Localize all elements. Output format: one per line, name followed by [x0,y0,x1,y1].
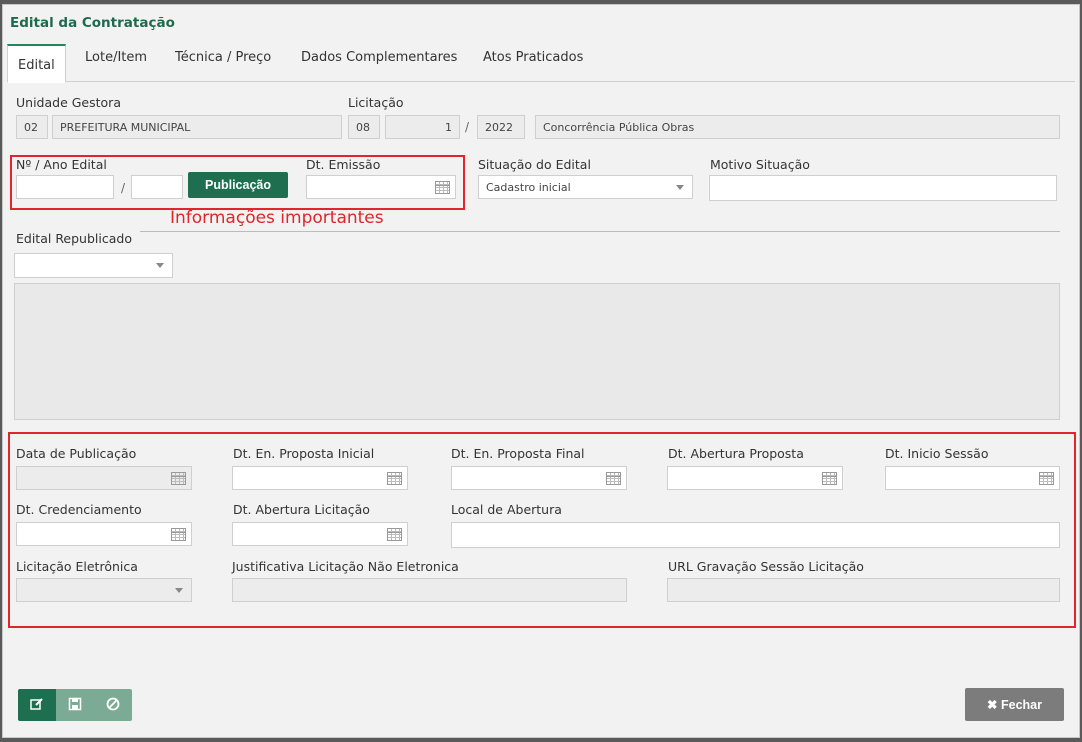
licitacao-eletronica-select [16,578,192,602]
annotation-text: Informações importantes [170,208,384,228]
tab-dados-complementares[interactable]: Dados Complementares [301,50,457,65]
justificativa-input [232,578,627,602]
calendar-icon[interactable] [387,472,402,485]
chevron-down-icon [676,185,684,190]
licitacao-separator: / [465,120,470,134]
dialog-title: Edital da Contratação [10,15,175,31]
situacao-value: Cadastro inicial [486,181,571,194]
local-abertura-label: Local de Abertura [451,502,562,517]
situacao-select[interactable]: Cadastro inicial [478,175,693,199]
inicio-sessao-input[interactable] [885,466,1060,490]
tab-atos-praticados[interactable]: Atos Praticados [483,50,583,65]
licitacao-desc-field: Concorrência Pública Obras [535,115,1060,139]
licitacao-number-field: 1 [385,115,460,139]
edital-republicado-label: Edital Republicado [16,231,132,246]
unidade-name-field: PREFEITURA MUNICIPAL [52,115,342,139]
licitacao-year-field: 2022 [477,115,525,139]
tab-edital[interactable]: Edital [7,44,66,83]
tab-bar: Edital Lote/Item Técnica / Preço Dados C… [7,42,1075,83]
calendar-icon[interactable] [606,472,621,485]
proposta-inicial-input[interactable] [232,466,408,490]
calendar-icon[interactable] [171,472,186,485]
motivo-situacao-input[interactable] [709,175,1057,201]
url-gravacao-label: URL Gravação Sessão Licitação [668,559,864,574]
proposta-final-label: Dt. En. Proposta Final [451,446,585,461]
edit-icon [30,697,43,710]
edital-republicado-select[interactable] [14,253,173,278]
justificativa-label: Justificativa Licitação Não Eletronica [232,559,459,574]
ban-icon [106,697,120,710]
proposta-final-input[interactable] [451,466,627,490]
section-divider [140,231,1060,232]
republicado-details-area [14,283,1060,420]
calendar-icon[interactable] [822,472,837,485]
abertura-proposta-label: Dt. Abertura Proposta [668,446,804,461]
chevron-down-icon [175,588,183,593]
situacao-edital-label: Situação do Edital [478,157,591,172]
data-publicacao-label: Data de Publicação [16,446,137,461]
licitacao-code-field: 08 [348,115,380,139]
unidade-code-field: 02 [16,115,48,139]
abertura-licitacao-label: Dt. Abertura Licitação [233,502,370,517]
tab-lote-item[interactable]: Lote/Item [85,50,147,65]
unidade-gestora-label: Unidade Gestora [16,95,121,110]
data-publicacao-input [16,466,192,490]
fechar-button[interactable]: ✖ Fechar [965,688,1064,721]
proposta-inicial-label: Dt. En. Proposta Inicial [233,446,375,461]
credenciamento-label: Dt. Credenciamento [16,502,142,517]
save-button[interactable] [56,689,94,721]
inicio-sessao-label: Dt. Inicio Sessão [885,446,989,461]
licitacao-eletronica-label: Licitação Eletrônica [16,559,138,574]
local-abertura-input[interactable] [451,522,1060,548]
x-icon: ✖ [987,698,998,712]
abertura-proposta-input[interactable] [667,466,843,490]
cancel-button[interactable] [94,689,132,721]
calendar-icon[interactable] [171,528,186,541]
floppy-icon [68,697,82,710]
motivo-situacao-label: Motivo Situação [710,157,810,172]
credenciamento-input[interactable] [16,522,192,546]
licitacao-label: Licitação [348,95,404,110]
calendar-icon[interactable] [1039,472,1054,485]
fechar-label: Fechar [1000,698,1042,712]
tab-tecnica-preco[interactable]: Técnica / Preço [175,50,271,65]
highlight-box-edital [10,155,465,210]
calendar-icon[interactable] [387,528,402,541]
abertura-licitacao-input[interactable] [232,522,408,546]
chevron-down-icon [156,263,164,268]
url-gravacao-input [667,578,1060,602]
edit-button[interactable] [18,689,56,721]
